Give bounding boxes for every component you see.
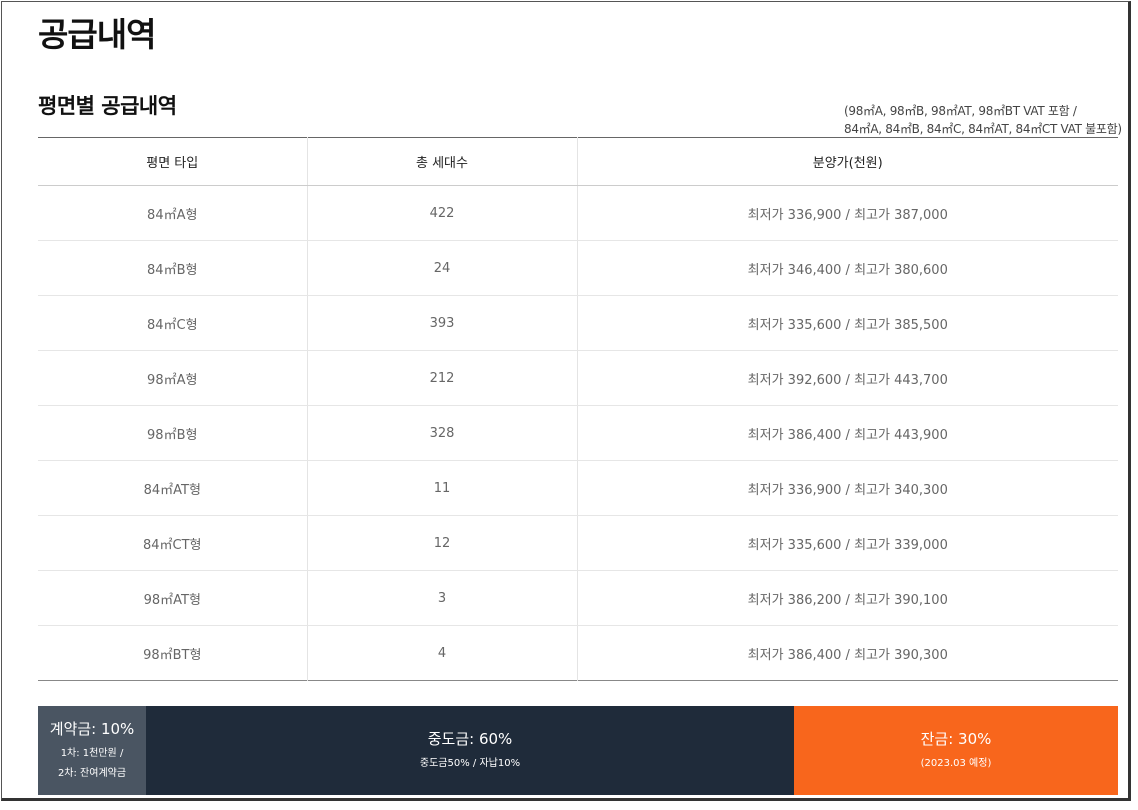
- middle-detail: 중도금50% / 자납10%: [419, 757, 521, 769]
- balance-detail: (2023.03 예정): [920, 757, 992, 769]
- cell-unit-type: 84㎡AT형: [38, 460, 307, 516]
- cell-unit-type: 84㎡A형: [38, 185, 307, 241]
- cell-unit-type: 98㎡A형: [38, 350, 307, 406]
- table-row: 98㎡A형 212 최저가 392,600 / 최고가 443,700: [38, 350, 1118, 406]
- table-row: 84㎡CT형 12 최저가 335,600 / 최고가 339,000: [38, 515, 1118, 571]
- page-frame: 공급내역 평면별 공급내역 (98㎡A, 98㎡B, 98㎡AT, 98㎡BT …: [1, 1, 1131, 801]
- cell-households: 328: [306, 405, 577, 461]
- cell-unit-type: 98㎡B형: [38, 405, 307, 461]
- vat-note-line-1: (98㎡A, 98㎡B, 98㎡AT, 98㎡BT VAT 포함 /: [844, 104, 1077, 118]
- cell-households: 422: [306, 185, 577, 241]
- cell-price: 최저가 336,900 / 최고가 340,300: [576, 460, 1118, 516]
- table-header-row: 평면 타입 총 세대수 분양가(천원): [38, 137, 1118, 186]
- header-sale-price: 분양가(천원): [576, 137, 1118, 186]
- middle-label: 중도금: 60%: [427, 729, 513, 748]
- table-row: 84㎡A형 422 최저가 336,900 / 최고가 387,000: [38, 185, 1118, 241]
- header-unit-type: 평면 타입: [38, 137, 307, 186]
- deposit-detail-line-1: 1차: 1천만원 /: [60, 747, 124, 759]
- deposit-detail: 1차: 1천만원 / 2차: 잔여계약금: [58, 744, 126, 784]
- cell-households: 11: [306, 460, 577, 516]
- cell-price: 최저가 346,400 / 최고가 380,600: [576, 240, 1118, 296]
- cell-unit-type: 84㎡B형: [38, 240, 307, 296]
- vat-note: (98㎡A, 98㎡B, 98㎡AT, 98㎡BT VAT 포함 / 84㎡A,…: [844, 102, 1134, 138]
- cell-households: 12: [306, 515, 577, 571]
- cell-households: 24: [306, 240, 577, 296]
- table-row: 84㎡B형 24 최저가 346,400 / 최고가 380,600: [38, 240, 1118, 296]
- vat-note-line-2: 84㎡A, 84㎡B, 84㎡C, 84㎡AT, 84㎡CT VAT 불포함): [844, 122, 1122, 136]
- cell-unit-type: 84㎡CT형: [38, 515, 307, 571]
- section-title: 평면별 공급내역: [38, 94, 177, 118]
- cell-price: 최저가 392,600 / 최고가 443,700: [576, 350, 1118, 406]
- cell-households: 212: [306, 350, 577, 406]
- table-row: 98㎡BT형 4 최저가 386,400 / 최고가 390,300: [38, 625, 1118, 681]
- payment-deposit-segment: 계약금: 10% 1차: 1천만원 / 2차: 잔여계약금: [38, 706, 146, 795]
- payment-middle-segment: 중도금: 60% 중도금50% / 자납10%: [146, 706, 794, 795]
- cell-households: 393: [306, 295, 577, 351]
- header-total-households: 총 세대수: [306, 137, 577, 186]
- cell-price: 최저가 386,400 / 최고가 390,300: [576, 625, 1118, 681]
- page-title: 공급내역: [38, 15, 156, 54]
- table-row: 98㎡AT형 3 최저가 386,200 / 최고가 390,100: [38, 570, 1118, 626]
- cell-price: 최저가 386,400 / 최고가 443,900: [576, 405, 1118, 461]
- cell-unit-type: 98㎡BT형: [143, 647, 202, 663]
- cell-price: 최저가 335,600 / 최고가 339,000: [576, 515, 1118, 571]
- payment-balance-segment: 잔금: 30% (2023.03 예정): [794, 706, 1118, 795]
- cell-unit-type: 98㎡AT형: [38, 570, 307, 626]
- balance-label: 잔금: 30%: [920, 729, 992, 748]
- cell-price: 최저가 335,600 / 최고가 385,500: [576, 295, 1118, 351]
- deposit-detail-line-2: 2차: 잔여계약금: [57, 767, 127, 779]
- table-row: 98㎡B형 328 최저가 386,400 / 최고가 443,900: [38, 405, 1118, 461]
- cell-unit-type: 84㎡C형: [38, 295, 307, 351]
- cell-households: 4: [306, 625, 577, 681]
- payment-schedule-bar: 계약금: 10% 1차: 1천만원 / 2차: 잔여계약금 중도금: 60% 중…: [38, 706, 1118, 795]
- table-row: 84㎡C형 393 최저가 335,600 / 최고가 385,500: [38, 295, 1118, 351]
- cell-households: 3: [306, 570, 577, 626]
- deposit-label: 계약금: 10%: [49, 719, 135, 738]
- cell-price: 최저가 336,900 / 최고가 387,000: [576, 185, 1118, 241]
- cell-price: 최저가 386,200 / 최고가 390,100: [576, 570, 1118, 626]
- table-row: 84㎡AT형 11 최저가 336,900 / 최고가 340,300: [38, 460, 1118, 516]
- supply-table: 평면 타입 총 세대수 분양가(천원) 84㎡A형 422 최저가 336,90…: [38, 137, 1118, 681]
